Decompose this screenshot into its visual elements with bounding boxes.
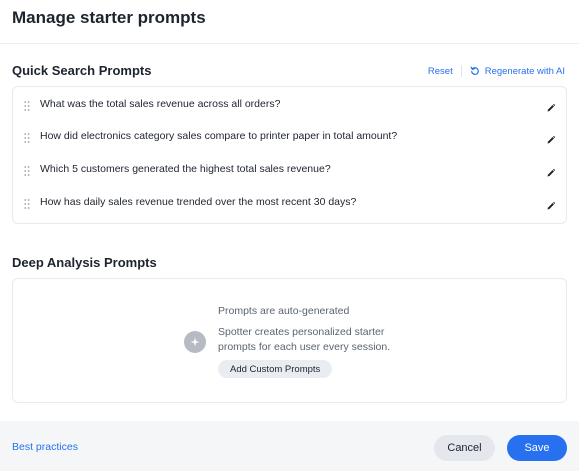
sparkle-icon — [184, 331, 206, 353]
quick-prompts-list: What was the total sales revenue across … — [12, 86, 567, 224]
quick-search-actions: Reset Regenerate with AI — [428, 64, 565, 78]
deep-analysis-panel: Prompts are auto-generated Spotter creat… — [12, 278, 567, 403]
pencil-icon[interactable] — [546, 165, 556, 183]
regenerate-icon — [470, 66, 479, 75]
prompt-text: Which 5 customers generated the highest … — [40, 163, 331, 175]
reset-link[interactable]: Reset — [428, 66, 453, 77]
regenerate-with-ai-button[interactable]: Regenerate with AI — [470, 66, 565, 77]
prompt-row[interactable]: How did electronics category sales compa… — [13, 121, 566, 153]
prompt-row[interactable]: How has daily sales revenue trended over… — [13, 187, 566, 219]
prompt-text: How has daily sales revenue trended over… — [40, 196, 357, 208]
drag-handle-icon[interactable] — [24, 197, 30, 215]
prompt-row[interactable]: What was the total sales revenue across … — [13, 89, 566, 121]
deep-analysis-title: Deep Analysis Prompts — [12, 255, 157, 270]
pencil-icon[interactable] — [546, 100, 556, 118]
drag-handle-icon[interactable] — [24, 131, 30, 149]
save-button[interactable]: Save — [507, 435, 567, 461]
actions-divider — [460, 65, 462, 77]
dialog-title: Manage starter prompts — [12, 8, 206, 27]
dialog-header: Manage starter prompts — [0, 0, 579, 44]
pencil-icon[interactable] — [546, 198, 556, 216]
dialog-footer: Best practices Cancel Save — [0, 421, 579, 471]
best-practices-link[interactable]: Best practices — [12, 441, 78, 453]
cancel-button[interactable]: Cancel — [434, 435, 495, 461]
drag-handle-icon[interactable] — [24, 164, 30, 182]
prompt-text: How did electronics category sales compa… — [40, 130, 398, 142]
drag-handle-icon[interactable] — [24, 99, 30, 117]
prompt-row[interactable]: Which 5 customers generated the highest … — [13, 154, 566, 186]
auto-generated-description: Spotter creates personalized starter pro… — [218, 326, 391, 353]
quick-search-title: Quick Search Prompts — [12, 63, 152, 78]
prompt-text: What was the total sales revenue across … — [40, 98, 281, 110]
pencil-icon[interactable] — [546, 132, 556, 150]
auto-generated-heading: Prompts are auto-generated — [218, 305, 350, 317]
regenerate-label: Regenerate with AI — [484, 65, 565, 77]
add-custom-prompts-button[interactable]: Add Custom Prompts — [218, 360, 333, 378]
